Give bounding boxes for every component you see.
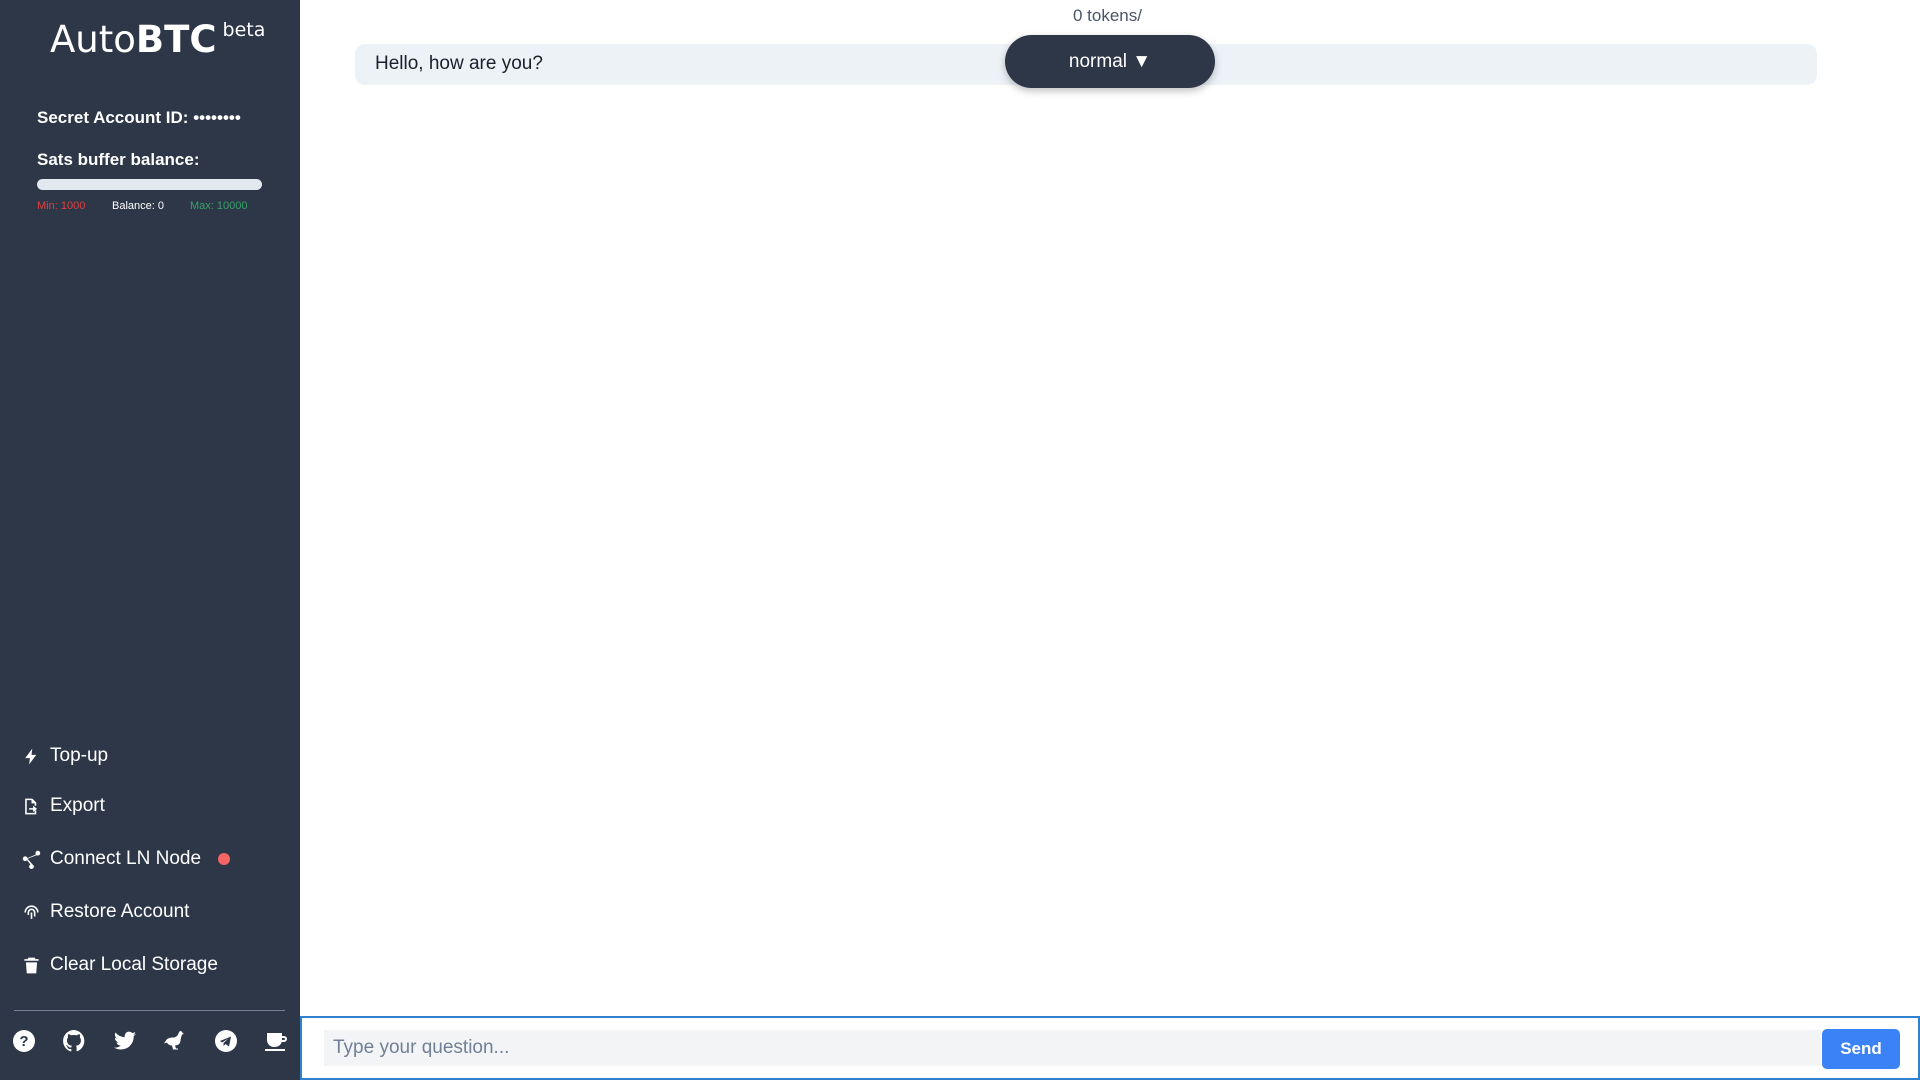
- social-links: ?: [10, 1027, 290, 1055]
- bolt-icon: [25, 748, 37, 764]
- chevron-down-icon: ▼: [1132, 50, 1152, 72]
- twitter-icon: [113, 1031, 136, 1050]
- telegram-link[interactable]: [212, 1027, 240, 1055]
- coffee-link[interactable]: [262, 1027, 290, 1055]
- balance-label: Sats buffer balance:: [37, 150, 200, 169]
- mode-dropdown[interactable]: normal ▼: [1005, 35, 1215, 88]
- menu-item-label: Restore Account: [50, 901, 190, 922]
- menu-item-restore-account[interactable]: Restore Account: [22, 897, 189, 927]
- mode-label: normal: [1068, 50, 1127, 72]
- menu-item-label: Export: [50, 795, 105, 816]
- balance-progress-bar: [37, 179, 262, 190]
- token-counter: 0 tokens/: [1073, 6, 1142, 25]
- beta-badge: beta: [222, 19, 266, 41]
- chat-input-bar: Send: [300, 1016, 1920, 1080]
- github-icon: [63, 1030, 85, 1052]
- question-input[interactable]: [324, 1030, 1821, 1066]
- menu-item-clear-local-storage[interactable]: Clear Local Storage: [22, 950, 218, 980]
- send-button[interactable]: Send: [1822, 1029, 1900, 1069]
- sidebar: AutoBTC beta Secret Account ID: •••••••• …: [0, 0, 300, 1080]
- brand-bold: BTC: [135, 18, 217, 61]
- brand-prefix: Auto: [50, 18, 136, 61]
- nostr-ostrich-icon: [164, 1031, 185, 1050]
- balance-max: Max: 10000: [190, 200, 248, 212]
- trash-icon: [24, 957, 39, 973]
- twitter-link[interactable]: [111, 1027, 139, 1055]
- menu-item-label: Connect LN Node: [50, 848, 202, 869]
- svg-text:?: ?: [19, 1033, 28, 1050]
- help-link[interactable]: ?: [10, 1027, 38, 1055]
- coffee-icon: [264, 1033, 287, 1051]
- nostr-link[interactable]: [161, 1027, 189, 1055]
- menu-item-export[interactable]: Export: [22, 791, 105, 821]
- account-id-value: ••••••••: [193, 108, 241, 127]
- menu-item-connect-ln-node[interactable]: Connect LN Node: [22, 844, 231, 874]
- brand-logo: AutoBTC beta: [50, 18, 265, 61]
- github-link[interactable]: [60, 1027, 88, 1055]
- chat-message-text: Hello, how are you?: [375, 53, 543, 74]
- account-id-label: Secret Account ID:: [37, 108, 189, 127]
- secret-account-id[interactable]: Secret Account ID: ••••••••: [37, 108, 241, 128]
- menu-item-label: Top-up: [50, 745, 109, 766]
- fingerprint-icon: [24, 904, 39, 919]
- menu-item-top-up[interactable]: Top-up: [22, 741, 108, 771]
- file-export-icon: [25, 798, 38, 814]
- balance-current: Balance: 0: [112, 200, 164, 212]
- network-icon: [22, 850, 41, 869]
- app-root: AutoBTC beta Secret Account ID: •••••••• …: [0, 0, 1920, 1080]
- menu-item-label: Clear Local Storage: [50, 954, 218, 975]
- telegram-icon: [214, 1030, 237, 1052]
- sidebar-divider: [14, 1010, 285, 1011]
- balance-min: Min: 1000: [37, 200, 86, 212]
- help-icon: ?: [13, 1030, 35, 1052]
- connection-status-dot: [218, 853, 231, 865]
